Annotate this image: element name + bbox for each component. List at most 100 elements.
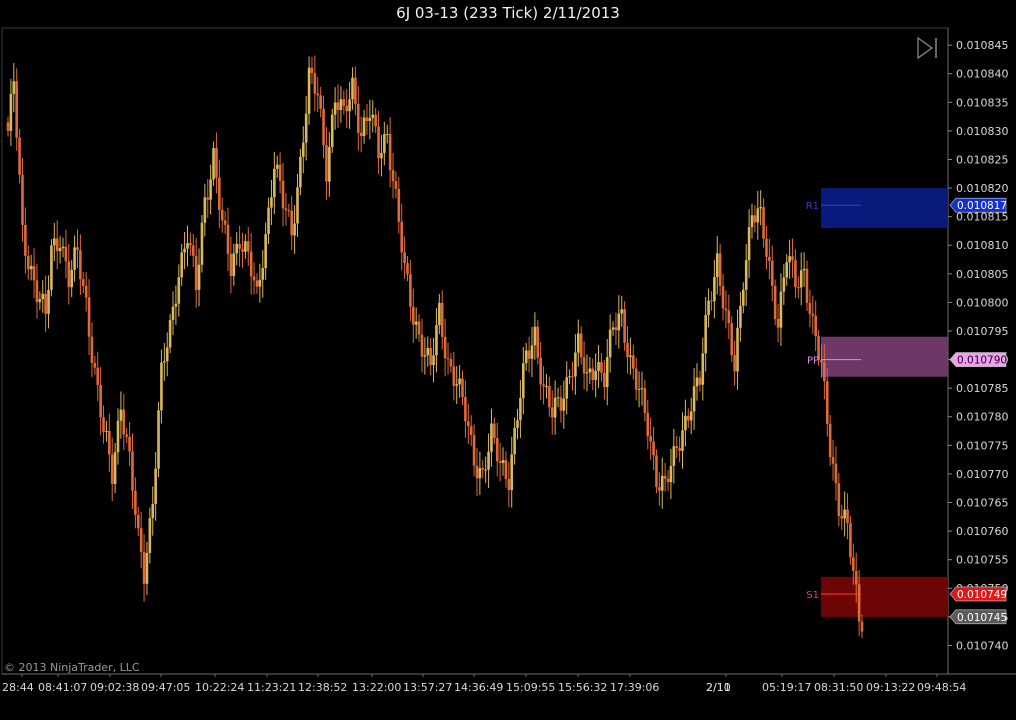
- bar-body: [753, 215, 757, 223]
- bar-body: [328, 147, 331, 182]
- bar-body: [163, 361, 166, 363]
- bar-body: [391, 170, 395, 182]
- bar-body: [591, 368, 595, 381]
- pivot-name-s1: S1: [806, 590, 819, 601]
- bar-body: [249, 251, 253, 277]
- bar-body: [834, 463, 838, 484]
- y-tick-label: 0.010830: [956, 125, 1009, 138]
- bar-body: [797, 287, 800, 289]
- bar-body: [420, 334, 424, 357]
- bar-body: [336, 102, 340, 110]
- bar-body: [785, 262, 789, 278]
- bar-body: [840, 516, 844, 519]
- bar-body: [76, 247, 79, 251]
- bar-body: [605, 357, 609, 388]
- bar-body: [70, 269, 73, 288]
- bar-body: [710, 300, 713, 302]
- bar-body: [701, 353, 705, 385]
- bar-body: [55, 238, 59, 252]
- bar-body: [220, 210, 224, 221]
- bar-body: [449, 359, 453, 367]
- bar-body: [524, 350, 528, 364]
- bar-body: [154, 468, 157, 505]
- bar-body: [643, 388, 647, 413]
- bar-body: [125, 434, 128, 437]
- y-tick-label: 0.010820: [956, 182, 1009, 195]
- bar-body: [687, 415, 690, 421]
- bar-body: [831, 457, 835, 464]
- bar-body: [614, 327, 618, 331]
- bar-body: [206, 197, 210, 200]
- price-chart[interactable]: R1PPS1 0.0107400.0107450.0107500.0107550…: [0, 0, 1016, 720]
- bar-body: [576, 333, 580, 353]
- bar-body: [513, 427, 516, 455]
- bar-body: [481, 468, 485, 470]
- x-tick-label: 09:48:54: [917, 681, 966, 694]
- bar-body: [461, 378, 464, 398]
- bar-body: [304, 113, 308, 143]
- bar-body: [718, 253, 722, 286]
- bar-body: [539, 357, 542, 385]
- bar-body: [61, 246, 65, 249]
- bar-body: [507, 478, 511, 491]
- bar-body: [18, 137, 21, 175]
- x-tick-label: 12:38:52: [298, 681, 347, 694]
- bar-body: [29, 266, 33, 270]
- bar-body: [87, 297, 91, 337]
- bar-body: [84, 285, 88, 298]
- y-tick-label: 0.010755: [956, 554, 1009, 567]
- x-tick-label: 2/10: [706, 681, 731, 694]
- y-tick-label: 0.010795: [956, 325, 1009, 338]
- bar-body: [811, 313, 815, 316]
- pivot-name-pp: PP: [807, 356, 819, 367]
- bar-body: [394, 181, 398, 189]
- bar-body: [191, 245, 195, 256]
- bar-body: [678, 447, 681, 451]
- bar-body: [562, 398, 566, 411]
- bar-body: [119, 409, 123, 421]
- bar-body: [235, 243, 238, 254]
- bar-body: [455, 384, 459, 386]
- bar-body: [310, 67, 314, 74]
- bar-body: [307, 67, 311, 114]
- bar-body: [278, 164, 282, 181]
- bar-body: [837, 483, 841, 517]
- bar-body: [194, 255, 198, 290]
- x-tick-label: 09:13:22: [866, 681, 915, 694]
- bar-body: [281, 180, 285, 209]
- bar-body: [134, 490, 137, 515]
- bar-body: [452, 366, 456, 386]
- bar-body: [487, 451, 490, 470]
- bar-body: [475, 465, 479, 479]
- bar-body: [342, 99, 346, 106]
- bar-body: [759, 207, 762, 209]
- bar-body: [388, 134, 392, 171]
- bar-body: [319, 95, 322, 109]
- scroll-to-end-icon[interactable]: [917, 36, 937, 60]
- x-tick-label: 17:39:06: [610, 681, 659, 694]
- bar-body: [814, 315, 817, 337]
- y-tick-label: 0.010815: [956, 211, 1009, 224]
- bar-body: [397, 188, 401, 222]
- bar-body: [232, 253, 236, 276]
- bar-body: [698, 377, 702, 385]
- pivot-zone-pp: [821, 336, 948, 377]
- x-tick-label: 11:23:21: [247, 681, 296, 694]
- bar-body: [825, 381, 829, 424]
- x-tick-label: 15:56:32: [558, 681, 607, 694]
- bar-body: [417, 321, 421, 335]
- y-tick-label: 0.010805: [956, 268, 1009, 281]
- bar-body: [15, 81, 18, 138]
- bar-body: [574, 352, 577, 377]
- bar-body: [429, 348, 432, 366]
- bar-body: [579, 333, 583, 358]
- price-axis: 0.0107400.0107450.0107500.0107550.010760…: [948, 39, 1009, 652]
- bar-body: [620, 309, 624, 314]
- bar-body: [782, 277, 786, 292]
- bar-body: [414, 321, 418, 325]
- bar-body: [715, 253, 719, 278]
- bar-body: [504, 460, 508, 479]
- bar-body: [802, 268, 806, 271]
- x-tick-label: 05:19:17: [762, 681, 811, 694]
- y-tick-label: 0.010840: [956, 68, 1009, 81]
